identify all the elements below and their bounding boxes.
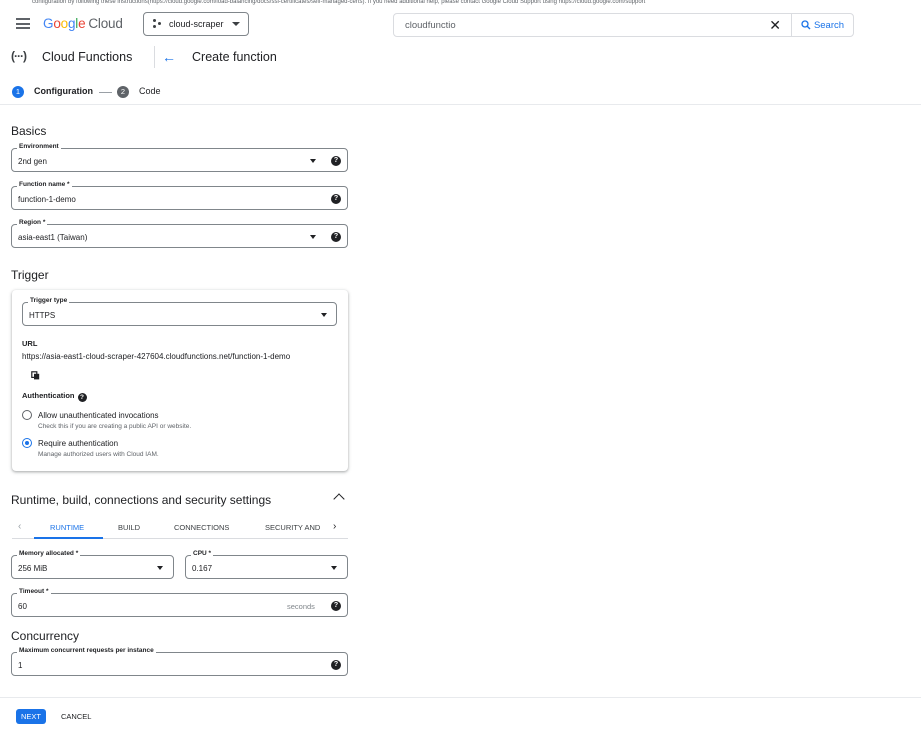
cancel-button[interactable]: CANCEL bbox=[61, 712, 91, 721]
top-bar: Google Cloud cloud-scraper cloudfunctio ✕… bbox=[0, 6, 921, 42]
back-arrow-icon[interactable]: ← bbox=[162, 49, 176, 65]
project-icon bbox=[153, 19, 163, 29]
timeout-field[interactable]: Timeout * 60 seconds ? bbox=[11, 588, 348, 617]
trigger-heading: Trigger bbox=[11, 268, 49, 282]
memory-select[interactable]: Memory allocated * 256 MiB bbox=[11, 550, 174, 579]
chevron-down-icon bbox=[157, 566, 163, 570]
region-select[interactable]: Region * asia-east1 (Taiwan) ? bbox=[11, 219, 348, 248]
copy-icon[interactable] bbox=[31, 371, 40, 380]
cpu-select[interactable]: CPU * 0.167 bbox=[185, 550, 348, 579]
search-icon bbox=[801, 20, 811, 30]
chevron-down-icon bbox=[232, 22, 240, 26]
search-button[interactable]: Search bbox=[791, 13, 854, 37]
help-icon[interactable]: ? bbox=[331, 194, 341, 204]
environment-select[interactable]: Environment 2nd gen ? bbox=[11, 143, 348, 172]
chevron-up-icon[interactable] bbox=[333, 493, 345, 505]
basics-heading: Basics bbox=[11, 124, 47, 138]
chevron-down-icon bbox=[310, 235, 316, 239]
stepper: 1 Configuration 2 Code bbox=[0, 79, 921, 105]
active-tab-indicator bbox=[34, 537, 103, 539]
step-1-badge: 1 bbox=[12, 86, 24, 98]
require-authentication-radio[interactable] bbox=[22, 438, 32, 448]
next-button[interactable]: NEXT bbox=[16, 709, 46, 724]
allow-unauthenticated-description: Check this if you are creating a public … bbox=[38, 423, 192, 430]
trigger-type-select[interactable]: Trigger type HTTPS bbox=[22, 297, 337, 326]
page-title: Create function bbox=[192, 50, 277, 64]
step-code[interactable]: Code bbox=[139, 86, 161, 96]
chevron-left-icon[interactable]: ‹ bbox=[18, 521, 21, 532]
project-picker[interactable]: cloud-scraper bbox=[143, 12, 249, 36]
require-authentication-description: Manage authorized users with Cloud IAM. bbox=[38, 451, 159, 458]
runtime-tabs: ‹ RUNTIME BUILD CONNECTIONS SECURITY AND… bbox=[12, 517, 348, 539]
require-authentication-label[interactable]: Require authentication bbox=[38, 439, 118, 448]
header-divider bbox=[154, 46, 155, 68]
chevron-down-icon bbox=[331, 566, 337, 570]
tab-security[interactable]: SECURITY AND bbox=[265, 523, 320, 532]
main-menu-icon[interactable] bbox=[16, 18, 30, 29]
project-name: cloud-scraper bbox=[169, 19, 224, 29]
trigger-url: https://asia-east1-cloud-scraper-427604.… bbox=[22, 352, 291, 361]
tab-build[interactable]: BUILD bbox=[118, 523, 140, 532]
allow-unauthenticated-label[interactable]: Allow unauthenticated invocations bbox=[38, 411, 159, 420]
authentication-label: Authentication? bbox=[22, 391, 87, 402]
cloud-functions-icon: (···) bbox=[11, 49, 27, 63]
timeout-unit: seconds bbox=[287, 602, 315, 611]
product-title: Cloud Functions bbox=[42, 50, 133, 64]
function-name-field[interactable]: Function name * function-1-demo ? bbox=[11, 181, 348, 210]
help-icon[interactable]: ? bbox=[331, 660, 341, 670]
step-2-badge: 2 bbox=[117, 86, 129, 98]
help-icon[interactable]: ? bbox=[331, 601, 341, 611]
max-concurrent-requests-field[interactable]: Maximum concurrent requests per instance… bbox=[11, 647, 348, 676]
footer-divider bbox=[0, 697, 921, 698]
help-icon[interactable]: ? bbox=[331, 156, 341, 166]
search-input[interactable]: cloudfunctio ✕ bbox=[393, 13, 792, 37]
close-icon[interactable]: ✕ bbox=[769, 17, 781, 34]
chevron-down-icon bbox=[310, 159, 316, 163]
help-icon[interactable]: ? bbox=[331, 232, 341, 242]
chevron-right-icon[interactable]: › bbox=[333, 521, 336, 532]
chevron-down-icon bbox=[321, 313, 327, 317]
allow-unauthenticated-radio[interactable] bbox=[22, 410, 32, 420]
google-cloud-logo[interactable]: Google Cloud bbox=[43, 16, 123, 31]
tab-connections[interactable]: CONNECTIONS bbox=[174, 523, 229, 532]
page-header: (···) Cloud Functions ← Create function bbox=[0, 42, 921, 72]
tab-runtime[interactable]: RUNTIME bbox=[50, 523, 84, 532]
help-icon[interactable]: ? bbox=[77, 393, 87, 402]
concurrency-heading: Concurrency bbox=[11, 629, 80, 643]
url-label: URL bbox=[22, 339, 38, 348]
step-connector bbox=[99, 92, 112, 93]
step-configuration[interactable]: Configuration bbox=[34, 86, 93, 96]
runtime-settings-heading: Runtime, build, connections and security… bbox=[11, 493, 272, 507]
